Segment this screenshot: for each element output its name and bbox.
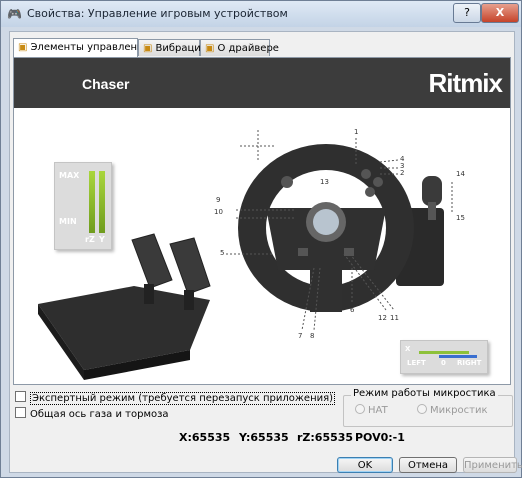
radio-label: Микростик [430,405,488,416]
callout-1: 1 [354,128,358,136]
callout-9: 9 [216,196,220,204]
combined-axis-checkbox[interactable]: Общая ось газа и тормоза [15,407,169,421]
help-button[interactable]: ? [453,3,481,23]
radio-circle[interactable] [355,404,365,414]
x-axis-green-bar [419,351,469,354]
callout-8: 8 [310,332,314,340]
gamepad-icon: ▣ [18,42,28,53]
axis-y-value: Y:65535 [239,431,289,444]
callout-10: 10 [214,208,223,216]
gamepad-icon: 🎮 [7,7,22,21]
x-center-label: 0 [441,359,446,367]
callout-14: 14 [456,170,465,178]
tab-vibration[interactable]: ▣ Вибрация [138,39,207,56]
checkbox-label: Общая ось газа и тормоза [30,409,169,420]
properties-window: 🎮 Свойства: Управление игровым устройств… [0,0,522,478]
gamepad-icon: ▣ [205,43,215,54]
x-right-label: RIGHT [457,359,482,367]
callout-3: 3 [400,162,404,170]
callout-7: 7 [298,332,302,340]
cancel-button[interactable]: Отмена [399,457,457,473]
x-left-label: LEFT [407,359,426,367]
callout-13: 13 [320,178,329,186]
axis-x-value: X:65535 [179,431,231,444]
tab-label: О драйвере [217,43,279,54]
close-button[interactable]: X [481,3,519,23]
radio-label: HAT [368,405,388,416]
callout-6: 6 [350,306,355,314]
tab-controls[interactable]: ▣ Элементы управления [13,38,150,57]
pov-value: POV0:-1 [355,431,405,444]
checkbox-label: Экспертный режим (требуется перезапуск п… [30,392,336,405]
window-title: Свойства: Управление игровым устройством [27,7,288,20]
checkbox-box[interactable] [15,407,26,418]
x-axis-blue-bar [439,355,477,358]
x-axis-label: X [405,345,411,353]
axis-rz-value: rZ:65535 [297,431,354,444]
callout-4: 4 [400,155,405,163]
radio-circle[interactable] [417,404,427,414]
controls-panel: Chaser Ritmix MAX MIN rZ Y 1 2 3 4 5 6 7… [13,57,511,385]
wheel-illustration: 1 2 3 4 5 6 7 8 9 10 11 12 13 14 15 [38,128,465,380]
steering-wheel-image [238,144,444,312]
stick-mode-title: Режим работы микростика [351,388,498,399]
microstick-radio[interactable]: Микростик [417,404,488,416]
expert-mode-checkbox[interactable]: Экспертный режим (требуется перезапуск п… [15,391,336,405]
callout-11: 11 [390,314,399,322]
gamepad-icon: ▣ [143,43,153,54]
ok-button[interactable]: OK [337,457,393,473]
checkbox-box[interactable] [15,391,26,402]
callout-2: 2 [400,169,404,177]
x-axis-indicator: X LEFT 0 RIGHT [400,340,488,374]
pedal-unit-image [38,233,211,380]
callout-15: 15 [456,214,465,222]
apply-button[interactable]: Применить [463,457,522,473]
tab-driver[interactable]: ▣ О драйвере [200,39,279,56]
callout-5: 5 [220,249,224,257]
callout-12: 12 [378,314,387,322]
tab-label: Элементы управления [30,42,150,53]
title-bar[interactable]: 🎮 Свойства: Управление игровым устройств… [1,1,521,27]
hat-radio[interactable]: HAT [355,404,388,416]
